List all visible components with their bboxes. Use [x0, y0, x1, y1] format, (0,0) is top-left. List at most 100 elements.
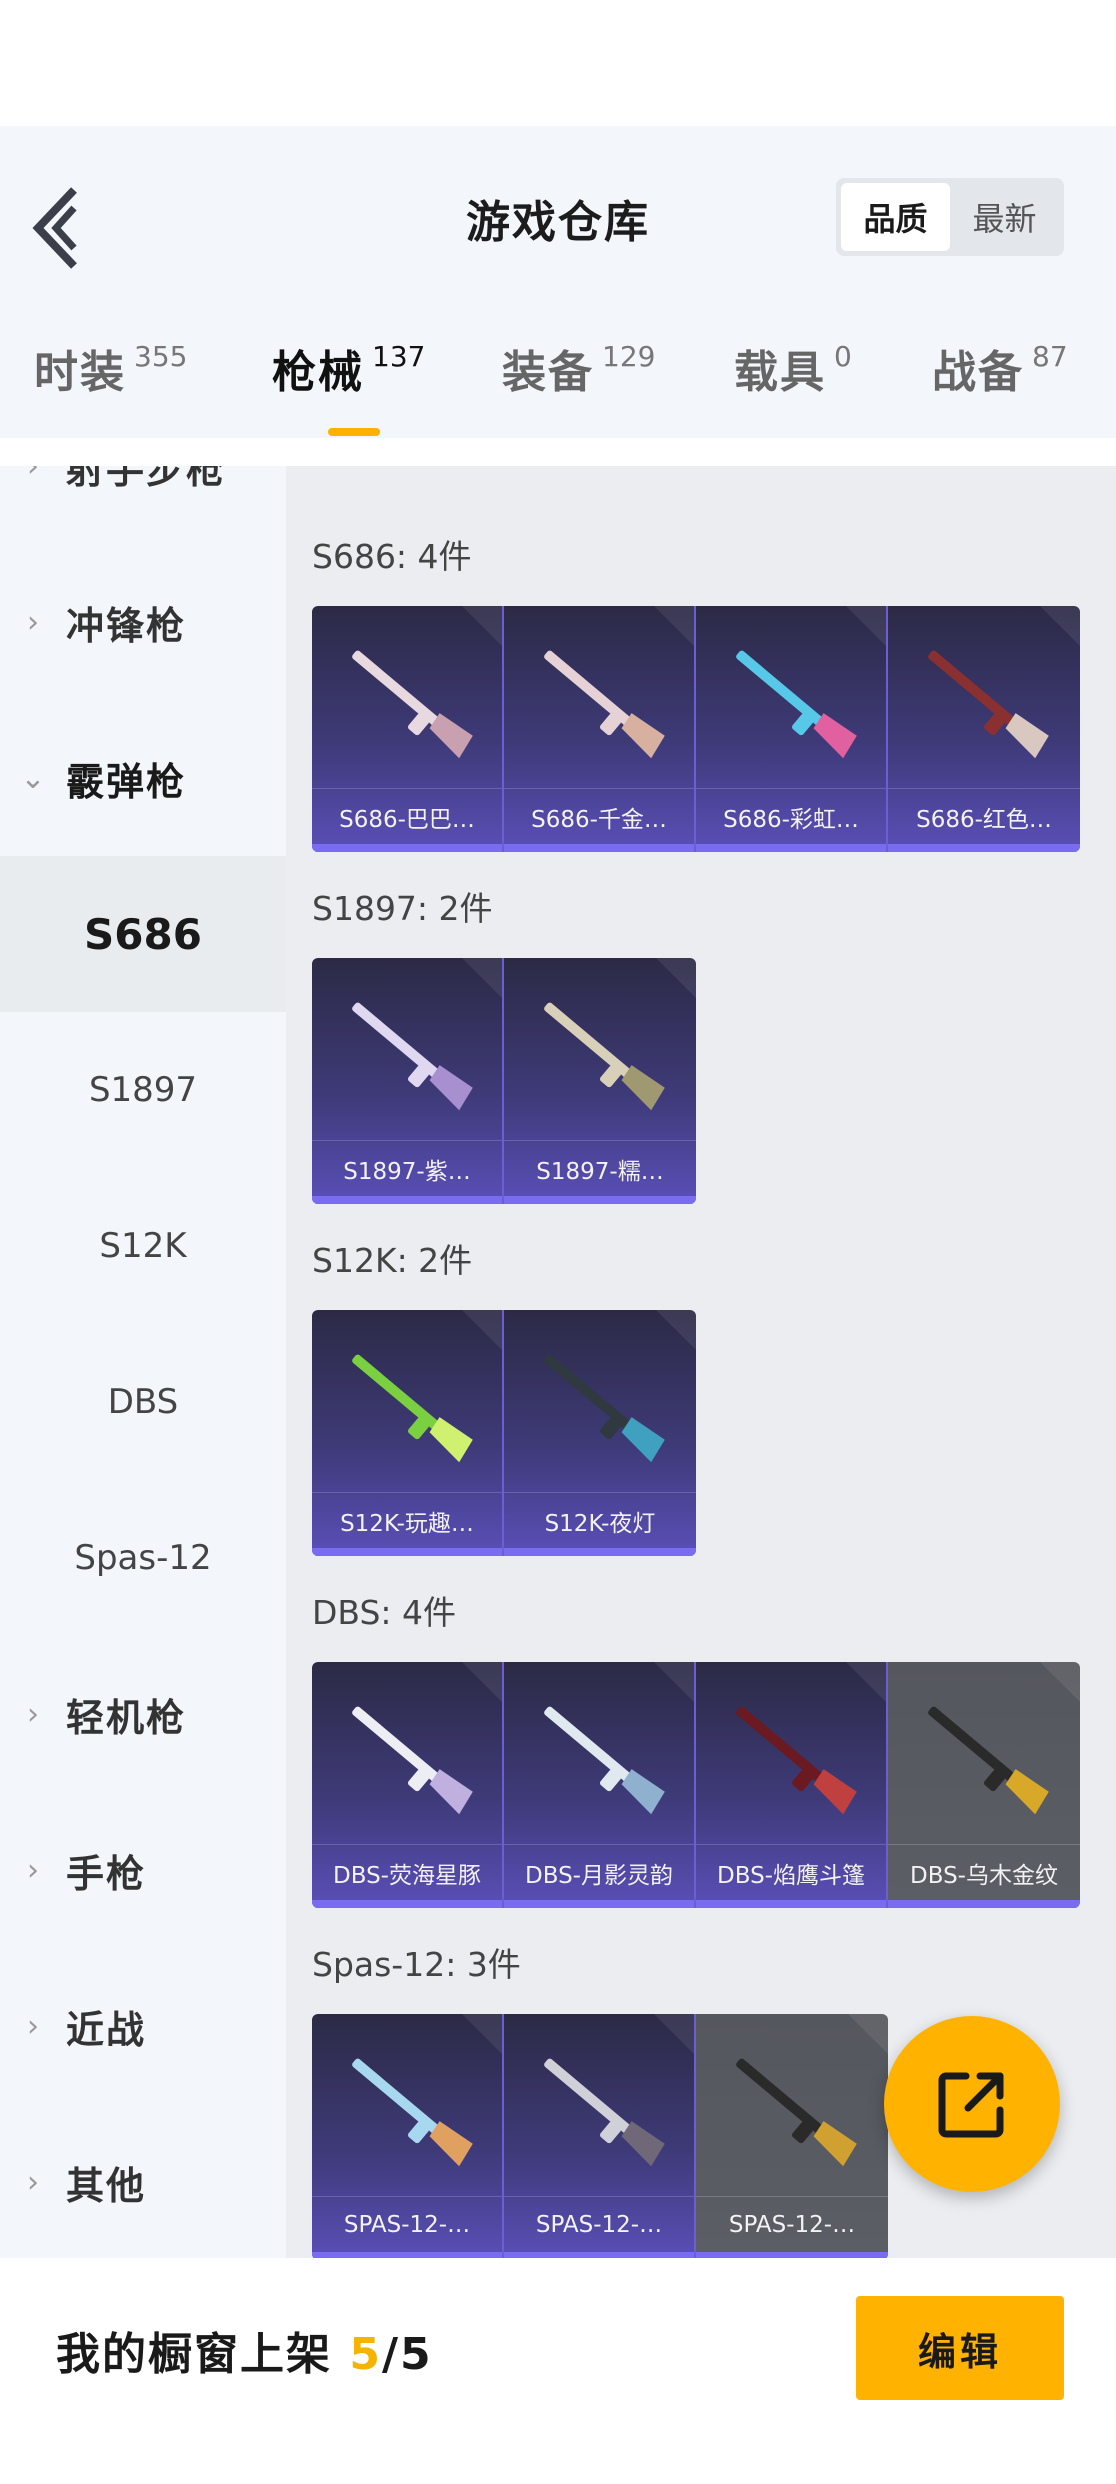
weapon-art — [520, 2034, 680, 2184]
weapon-card[interactable]: S686-彩虹… — [696, 606, 888, 852]
sidebar-item-label: 轻机枪 — [66, 1695, 187, 1740]
weapon-art — [712, 1682, 872, 1832]
sidebar-item-label: 其他 — [66, 2163, 147, 2208]
weapon-art — [520, 1330, 680, 1480]
weapon-name: S1897-糯… — [504, 1140, 696, 1196]
weapon-art — [328, 2034, 488, 2184]
group-title-s1897: S1897: 2件 — [312, 889, 493, 928]
chevron-right-icon: › — [27, 2008, 39, 2044]
sidebar-item-label: 手枪 — [66, 1851, 147, 1896]
tab-count: 87 — [1032, 340, 1068, 373]
sidebar-item-other[interactable]: › 其他 — [0, 2104, 286, 2258]
weapon-image — [352, 1002, 473, 1111]
sort-option-newest[interactable]: 最新 — [950, 183, 1059, 251]
chevron-right-icon: › — [27, 2164, 39, 2200]
weapon-card[interactable]: DBS-荧海星豚 — [312, 1662, 504, 1908]
weapon-art — [520, 978, 680, 1128]
sidebar-item-s1897[interactable]: S1897 — [0, 1012, 286, 1168]
weapon-name: DBS-焰鹰斗篷 — [696, 1844, 886, 1900]
weapon-image — [736, 1706, 857, 1815]
status-bar-area — [0, 0, 1116, 126]
weapon-image — [544, 2058, 665, 2167]
sidebar-item-label: 霰弹枪 — [66, 759, 187, 804]
weapon-card[interactable]: DBS-乌木金纹 — [888, 1662, 1080, 1908]
showcase-current-count: 5 — [349, 2329, 382, 2380]
sidebar-item-s686[interactable]: S686 — [0, 856, 286, 1012]
tab-vehicles[interactable]: 载具 0 — [734, 336, 852, 436]
weapon-card[interactable]: DBS-焰鹰斗篷 — [696, 1662, 888, 1908]
sidebar-item-dbs[interactable]: DBS — [0, 1324, 286, 1480]
weapon-art — [904, 1682, 1064, 1832]
tab-label: 战备 — [932, 347, 1024, 398]
group-row-s1897: S1897-紫… S1897-糯… — [312, 958, 696, 1204]
weapon-card[interactable]: SPAS-12-… — [504, 2014, 696, 2258]
showcase-total-count: 5 — [400, 2329, 433, 2380]
chevron-right-icon: › — [27, 604, 39, 640]
weapon-name: S686-彩虹… — [696, 788, 886, 844]
share-icon — [938, 2072, 1004, 2138]
tab-count: 355 — [134, 340, 188, 373]
sort-toggle: 品质 最新 — [836, 178, 1064, 256]
group-title-spas12: Spas-12: 3件 — [312, 1945, 521, 1984]
group-row-dbs: DBS-荧海星豚 DBS-月影灵韵 DBS-焰鹰斗篷 DBS-乌木金纹 — [312, 1662, 1080, 1908]
weapon-image — [736, 650, 857, 759]
sidebar-item-melee[interactable]: › 近战 — [0, 1948, 286, 2104]
tab-label: 装备 — [502, 347, 594, 398]
sidebar-item-marksman-rifle[interactable]: › 射手步枪 — [0, 466, 286, 544]
weapon-name: S686-巴巴… — [312, 788, 502, 844]
sidebar-item-label: DBS — [107, 1382, 179, 1422]
sidebar: › 射手步枪 › 冲锋枪 ⌄ 霰弹枪 S686 S1897 S12K DBS S… — [0, 466, 286, 2258]
weapon-name: DBS-乌木金纹 — [888, 1844, 1080, 1900]
weapon-image — [544, 650, 665, 759]
edit-button[interactable]: 编辑 — [856, 2296, 1064, 2400]
weapon-card[interactable]: SPAS-12-… — [312, 2014, 504, 2258]
sidebar-item-s12k[interactable]: S12K — [0, 1168, 286, 1324]
weapon-image — [352, 650, 473, 759]
tab-supplies[interactable]: 战备 87 — [932, 336, 1068, 436]
weapon-name: SPAS-12-… — [696, 2196, 888, 2252]
active-tab-indicator — [328, 428, 380, 436]
weapon-name: S1897-紫… — [312, 1140, 502, 1196]
weapon-card[interactable]: S1897-紫… — [312, 958, 504, 1204]
group-title-dbs: DBS: 4件 — [312, 1593, 457, 1632]
weapon-card[interactable]: S1897-糯… — [504, 958, 696, 1204]
showcase-label: 我的橱窗上架 — [56, 2329, 350, 2380]
chevron-right-icon: › — [27, 466, 39, 484]
tab-weapons[interactable]: 枪械 137 — [272, 336, 425, 436]
tab-label: 枪械 — [272, 347, 364, 398]
header: 游戏仓库 品质 最新 时装 355 枪械 137 装备 129 载具 0 战备 … — [0, 126, 1116, 438]
tab-outfit[interactable]: 时装 355 — [34, 336, 187, 436]
weapon-art — [712, 626, 872, 776]
sidebar-item-lmg[interactable]: › 轻机枪 — [0, 1636, 286, 1792]
sidebar-item-smg[interactable]: › 冲锋枪 — [0, 544, 286, 700]
share-button[interactable] — [884, 2016, 1060, 2192]
weapon-card[interactable]: S686-红色… — [888, 606, 1080, 852]
weapon-card[interactable]: S12K-夜灯 — [504, 1310, 696, 1556]
weapon-image — [928, 650, 1049, 759]
category-tabs: 时装 355 枪械 137 装备 129 载具 0 战备 87 — [0, 336, 1116, 436]
sidebar-item-label: 冲锋枪 — [66, 603, 187, 648]
weapon-art — [328, 626, 488, 776]
weapon-image — [352, 1706, 473, 1815]
sidebar-item-shotgun[interactable]: ⌄ 霰弹枪 — [0, 700, 286, 856]
weapon-name: SPAS-12-… — [312, 2196, 502, 2252]
tab-label: 时装 — [34, 347, 126, 398]
weapon-card[interactable]: DBS-月影灵韵 — [504, 1662, 696, 1908]
group-title-s12k: S12K: 2件 — [312, 1241, 473, 1280]
weapon-name: S686-千金… — [504, 788, 694, 844]
sort-option-quality[interactable]: 品质 — [841, 183, 950, 251]
weapon-name: DBS-月影灵韵 — [504, 1844, 694, 1900]
sidebar-item-pistol[interactable]: › 手枪 — [0, 1792, 286, 1948]
weapon-card[interactable]: S686-巴巴… — [312, 606, 504, 852]
sidebar-item-label: S686 — [84, 909, 202, 959]
weapon-card[interactable]: SPAS-12-… — [696, 2014, 888, 2258]
sidebar-item-spas12[interactable]: Spas-12 — [0, 1480, 286, 1636]
weapon-card[interactable]: S12K-玩趣… — [312, 1310, 504, 1556]
weapon-art — [328, 1682, 488, 1832]
tab-equipment[interactable]: 装备 129 — [502, 336, 655, 436]
weapon-card[interactable]: S686-千金… — [504, 606, 696, 852]
weapon-image — [352, 1354, 473, 1463]
item-list: S686: 4件 S686-巴巴… S686-千金… S686-彩虹… S686-红色… — [286, 466, 1116, 2258]
weapon-name: S12K-玩趣… — [312, 1492, 502, 1548]
tab-label: 载具 — [734, 347, 826, 398]
